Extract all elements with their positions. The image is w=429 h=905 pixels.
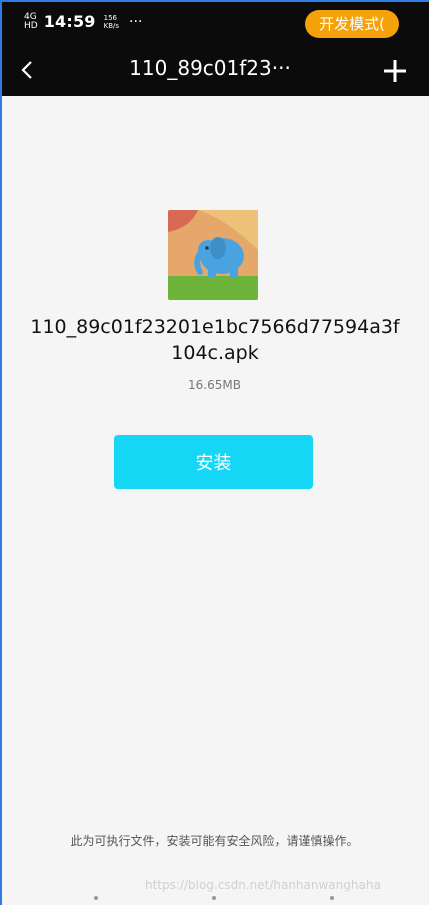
clock: 14:59 [43, 12, 96, 31]
bottom-dot [212, 896, 216, 900]
install-button[interactable]: 安装 [114, 435, 313, 489]
watermark-text: https://blog.csdn.net/hanhanwanghaha [145, 878, 381, 892]
plus-icon [384, 60, 406, 82]
back-button[interactable] [14, 56, 42, 84]
apk-file-size: 16.65MB [188, 378, 241, 392]
bottom-dot [94, 896, 98, 900]
signal-icon: 4G HD [24, 12, 38, 31]
app-icon [168, 210, 258, 300]
speed-unit: KB/s [103, 21, 120, 30]
network-speed: 156 KB/s [104, 14, 119, 30]
add-button[interactable] [377, 54, 413, 88]
security-warning: 此为可执行文件，安装可能有安全风险，请谨慎操作。 [70, 834, 359, 848]
navigation-bar: 110_89c01f23··· [0, 44, 429, 96]
developer-mode-badge[interactable]: 开发模式( [305, 10, 399, 38]
status-left: 4G HD 14:59 156 KB/s ··· [24, 12, 142, 31]
back-arrow-icon [21, 61, 32, 79]
status-bar: 4G HD 14:59 156 KB/s ··· 开发模式( [0, 0, 429, 44]
bottom-dot [330, 896, 334, 900]
signal-label: HD [24, 20, 38, 31]
page-title: 110_89c01f23··· [129, 56, 291, 80]
elephant-app-icon [168, 210, 258, 300]
more-notifications-icon: ··· [129, 13, 143, 30]
speed-value: 156 [103, 13, 118, 22]
apk-filename: 110_89c01f23201e1bc7566d77594a3f104c.apk [30, 316, 400, 364]
